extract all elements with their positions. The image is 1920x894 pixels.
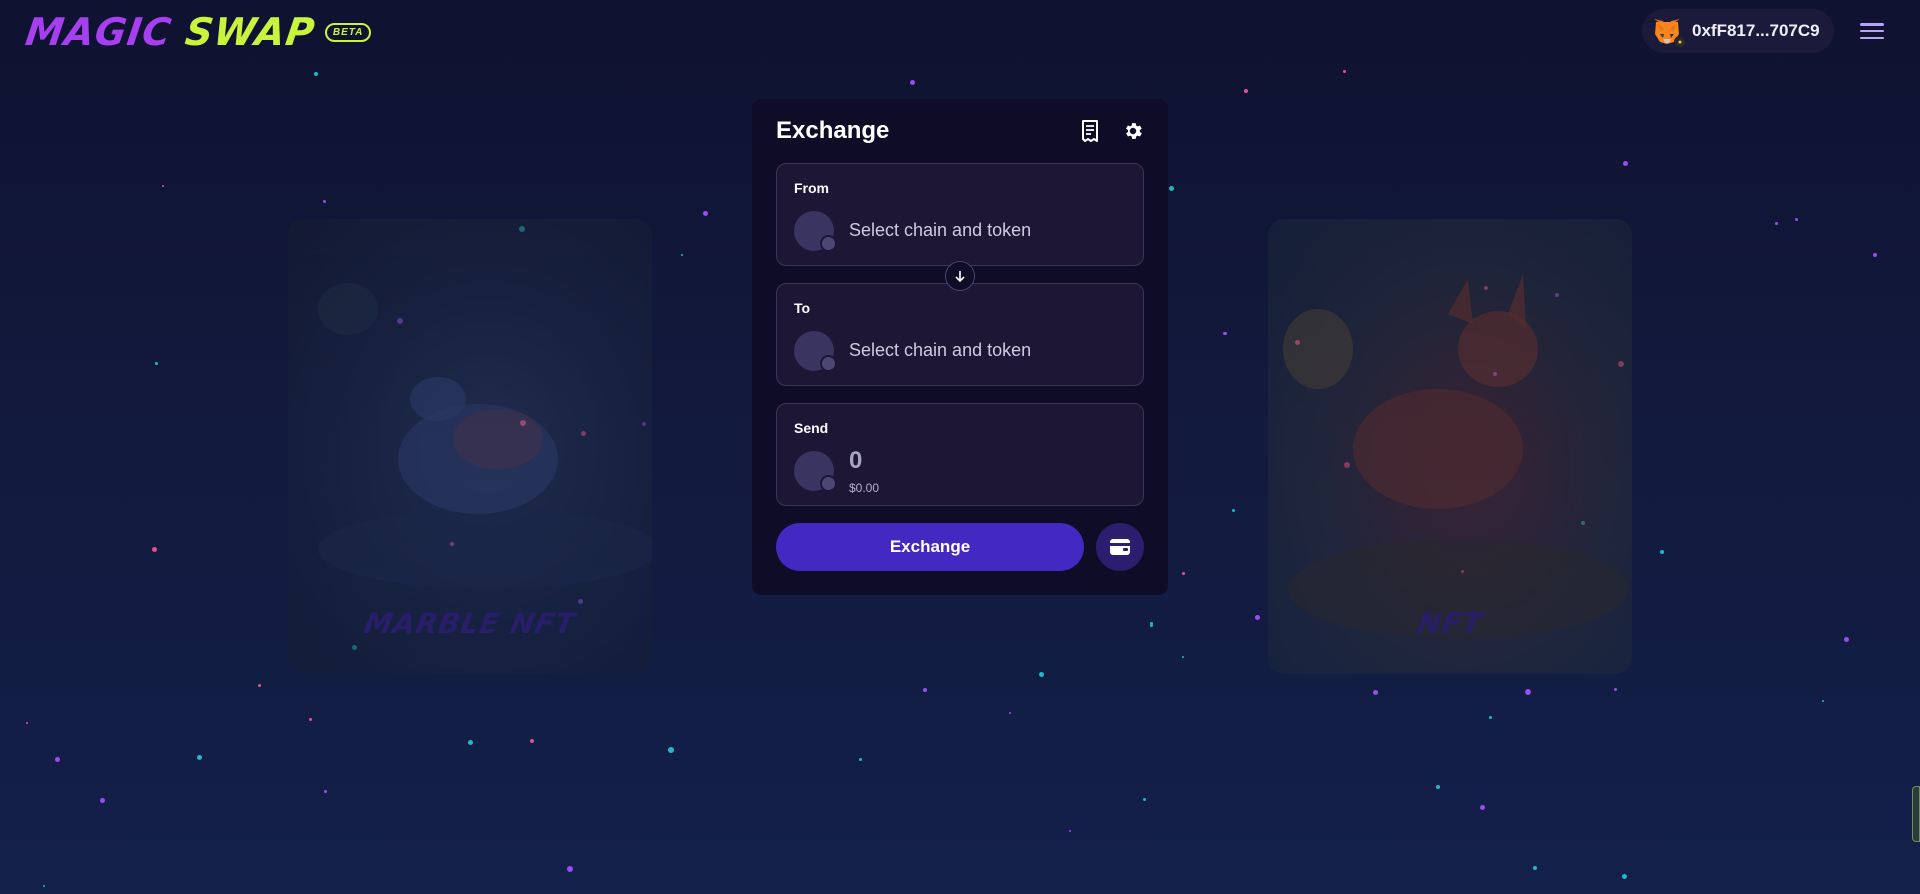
star-dot [54,756,60,762]
star-dot [1254,614,1260,620]
receipt-icon[interactable] [1080,120,1100,142]
exchange-panel: Exchange From Select chain and token To … [752,99,1168,595]
star-dot [196,754,202,760]
star-dot [530,739,534,743]
send-usd-value: $0.00 [849,481,880,495]
star-dot [257,683,261,687]
star-dot [1822,700,1824,702]
send-label: Send [794,420,829,436]
send-token-placeholder-icon [794,451,837,492]
star-dot [1244,89,1248,93]
star-dot [1525,689,1531,695]
star-dot [323,789,327,793]
star-dot [702,210,708,216]
from-token-selector[interactable]: From Select chain and token [776,163,1144,266]
beta-badge: BETA [324,22,372,42]
star-dot [26,722,28,724]
star-dot [1372,689,1378,695]
star-dot [681,254,683,256]
star-dot [154,361,158,365]
logo-text: MAGIC SWAP [23,10,318,54]
exchange-header: Exchange [776,99,1144,163]
star-dot [1479,804,1485,810]
nft-card-right: NFT [1268,219,1632,674]
network-badge-icon: ● [1674,36,1686,48]
star-dot [1621,873,1627,879]
to-token-placeholder-icon [794,331,837,372]
star-dot [1069,830,1071,832]
star-dot [1873,253,1877,257]
star-dot [1660,550,1664,554]
logo-word-magic: MAGIC [22,10,175,54]
to-select-text: Select chain and token [849,340,1032,360]
star-dot [1488,715,1492,719]
logo-word-swap: SWAP [182,10,318,54]
star-dot [1038,671,1044,677]
nft-artwork-left [318,283,652,589]
star-dot [1149,621,1153,625]
star-dot [322,199,326,203]
star-dot [162,185,164,187]
star-dot [1182,656,1184,658]
star-dot [567,866,573,872]
star-dot [1222,331,1226,335]
star-dot [858,757,862,761]
exchange-button[interactable]: Exchange [776,523,1084,571]
star-dot [909,79,915,85]
star-dot [1622,160,1628,166]
send-amount-input[interactable]: 0 [849,447,862,475]
from-label: From [794,180,829,196]
nft-caption-left: MARBLE NFT [361,607,579,640]
star-dot [1009,712,1011,714]
from-select-text: Select chain and token [849,220,1032,240]
star-dot [1342,69,1346,73]
send-amount-box: Send 0 $0.00 [776,403,1144,506]
star-dot [923,688,927,692]
star-dot [1436,785,1440,789]
star-dot [1142,797,1146,801]
to-label: To [794,300,811,316]
metamask-fox-icon: ● [1652,16,1686,48]
swap-direction-button[interactable] [945,261,975,291]
arrow-down-icon [955,271,965,283]
star-dot [43,885,45,887]
nft-caption-right: NFT [1414,607,1486,640]
star-dot [1231,508,1235,512]
wallet-address: 0xfF817...707C9 [1692,21,1820,40]
from-token-placeholder-icon [794,211,837,252]
wallet-account-button[interactable]: ● 0xfF817...707C9 [1642,9,1834,53]
nft-artwork-right [1283,274,1628,639]
star-dot [1613,687,1617,691]
to-token-selector[interactable]: To Select chain and token [776,283,1144,386]
star-dot [668,747,674,753]
gear-icon[interactable] [1122,120,1144,142]
star-dot [467,739,473,745]
star-dot [1168,185,1174,191]
star-dot [1794,217,1798,221]
nft-card-left: MARBLE NFT [288,219,652,674]
star-dot [99,797,105,803]
star-dot [314,72,318,76]
star-dot [1533,866,1537,870]
star-dot [308,717,312,721]
star-dot [1774,221,1778,225]
wallet-icon[interactable] [1096,523,1144,571]
star-dot [151,546,157,552]
scrollbar-handle[interactable] [1912,786,1920,842]
star-dot [1181,571,1185,575]
exchange-title: Exchange [776,117,890,144]
magic-swap-logo[interactable]: MAGIC SWAP BETA [23,10,372,54]
hamburger-menu-icon[interactable] [1860,20,1884,42]
star-dot [1843,636,1849,642]
